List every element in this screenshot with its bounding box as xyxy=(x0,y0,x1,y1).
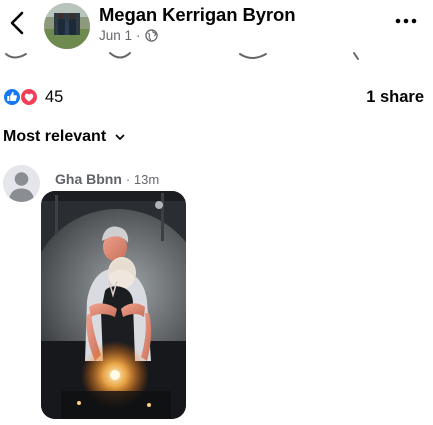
chevron-down-icon xyxy=(115,134,125,141)
post-date[interactable]: Jun 1 xyxy=(99,28,132,43)
reaction-count[interactable]: 45 xyxy=(45,88,63,107)
sort-label: Most relevant xyxy=(3,128,107,145)
commenter-name[interactable]: Gha Bbnn xyxy=(55,171,122,187)
chevron-left-icon xyxy=(10,11,24,35)
share-count[interactable]: 1 share xyxy=(366,88,424,107)
time-value: 13m xyxy=(133,172,160,187)
comment-sort-selector[interactable]: Most relevant xyxy=(3,126,125,148)
meta-separator: · xyxy=(136,27,141,43)
post-author-name[interactable]: Megan Kerrigan Byron xyxy=(99,4,296,26)
commenter-avatar[interactable] xyxy=(3,165,40,202)
action-bar-partial xyxy=(0,50,433,64)
love-icon xyxy=(19,87,39,107)
back-button[interactable] xyxy=(4,8,30,38)
default-avatar-icon xyxy=(3,165,40,202)
reaction-icons[interactable] xyxy=(2,87,42,107)
time-separator: · xyxy=(125,172,131,187)
reactions-summary: 45 1 share xyxy=(0,84,433,110)
more-options-button[interactable] xyxy=(393,9,419,33)
comment-timestamp: · 13m xyxy=(126,172,159,187)
author-avatar[interactable] xyxy=(44,3,90,49)
globe-icon xyxy=(144,28,158,42)
post-meta: Jun 1 · xyxy=(99,27,158,43)
more-horizontal-icon xyxy=(395,18,417,24)
like-icon xyxy=(2,87,22,107)
comment-header: Gha Bbnn · 13m xyxy=(55,171,159,187)
comment-reactions-partial xyxy=(373,421,427,425)
comment-photo[interactable] xyxy=(41,191,186,419)
